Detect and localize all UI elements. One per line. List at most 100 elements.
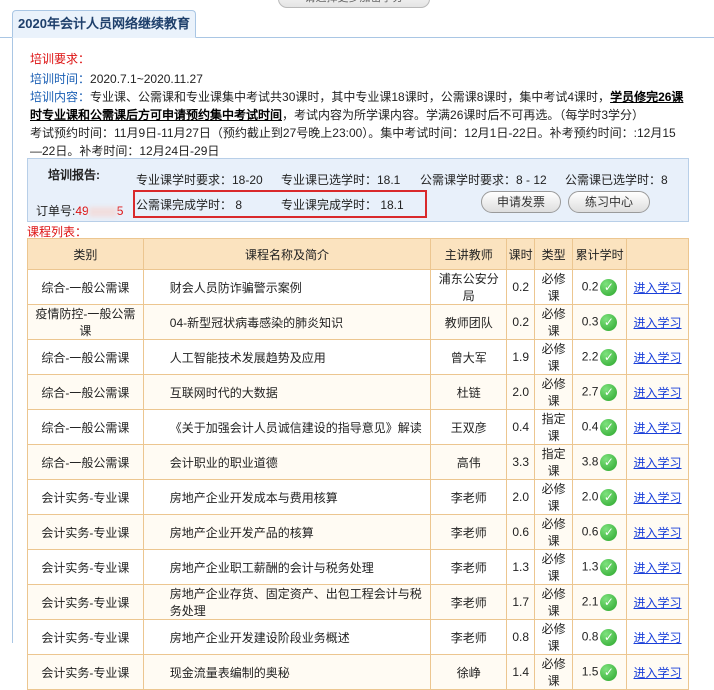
tab-bar: 2020年会计人员网络继续教育: [0, 10, 714, 38]
start-study-link[interactable]: 进入学习: [634, 666, 682, 680]
row-teacher: 李老师: [430, 549, 508, 585]
public-done: 公需课完成学时： 8: [136, 198, 243, 212]
row-course-name: 04-新型冠状病毒感染的肺炎知识: [142, 304, 432, 340]
row-hours: 0.6: [506, 514, 536, 550]
row-type: 必修课: [534, 654, 574, 690]
prof-required: 专业课学时要求：18-20: [136, 173, 263, 187]
row-action: 进入学习: [626, 304, 689, 340]
col-action: [626, 238, 689, 270]
row-accumulated-value: 2.2: [581, 349, 599, 364]
row-type: 必修课: [534, 374, 574, 410]
row-accumulated: 0.4 ✓: [572, 409, 628, 445]
table-row: 会计实务-专业课 房地产企业存货、固定资产、出包工程会计与税务处理 李老师 1.7 必修…: [27, 584, 689, 620]
check-icon: ✓: [600, 348, 618, 366]
col-accumulated: 累计学时: [572, 238, 628, 270]
row-accumulated-value: 1.3: [581, 559, 599, 574]
row-type: 指定课: [534, 444, 574, 480]
row-type: 指定课: [534, 409, 574, 445]
training-report: 培训报告: 订单号:49 5 专业课学时要求：18-20 专业课已选学时：18.1…: [27, 158, 689, 222]
start-study-link[interactable]: 进入学习: [634, 281, 682, 295]
row-category: 综合-一般公需课: [27, 409, 144, 445]
table-row: 疫情防控-一般公需课 04-新型冠状病毒感染的肺炎知识 教师团队 0.2 必修课 0.3 ✓…: [27, 304, 689, 340]
row-category: 会计实务-专业课: [27, 619, 144, 655]
training-content: 培训内容：专业课、公需课和专业课集中考试共30课时，其中专业课18课时，公需课8…: [30, 90, 684, 122]
row-course-name: 财会人员防诈骗警示案例: [142, 269, 432, 305]
col-course-name: 课程名称及简介: [142, 238, 432, 270]
row-type: 必修课: [534, 514, 574, 550]
top-button[interactable]: 请选择更多加密学分: [278, 0, 430, 8]
row-course-name: 房地产企业开发成本与费用核算: [142, 479, 432, 515]
check-icon: ✓: [600, 383, 618, 401]
check-icon: ✓: [600, 418, 618, 436]
row-course-name: 会计职业的职业道德: [142, 444, 432, 480]
check-icon: ✓: [600, 593, 618, 611]
row-accumulated: 0.2 ✓: [572, 269, 628, 305]
row-action: 进入学习: [626, 549, 689, 585]
start-study-link[interactable]: 进入学习: [634, 456, 682, 470]
start-study-link[interactable]: 进入学习: [634, 316, 682, 330]
row-teacher: 李老师: [430, 514, 508, 550]
start-study-link[interactable]: 进入学习: [634, 351, 682, 365]
order-redaction: [88, 206, 117, 217]
row-type: 必修课: [534, 549, 574, 585]
row-action: 进入学习: [626, 514, 689, 550]
table-row: 会计实务-专业课 房地产企业开发建设阶段业务概述 李老师 0.8 必修课 0.8 ✓ 进入学习: [27, 619, 689, 655]
table-row: 综合-一般公需课 互联网时代的大数据 杜链 2.0 必修课 2.7 ✓ 进入学习: [27, 374, 689, 410]
row-category: 综合-一般公需课: [27, 269, 144, 305]
row-action: 进入学习: [626, 619, 689, 655]
row-course-name: 房地产企业开发产品的核算: [142, 514, 432, 550]
row-category: 综合-一般公需课: [27, 374, 144, 410]
row-course-name: 人工智能技术发展趋势及应用: [142, 339, 432, 375]
practice-center-button[interactable]: 练习中心: [568, 191, 650, 213]
table-row: 会计实务-专业课 房地产企业开发产品的核算 李老师 0.6 必修课 0.6 ✓ 进入学习: [27, 514, 689, 550]
course-table: 类别 课程名称及简介 主讲教师 课时 类型 累计学时 综合-一般公需课 财会人员防…: [27, 238, 689, 690]
row-teacher: 杜链: [430, 374, 508, 410]
check-icon: ✓: [600, 523, 618, 541]
start-study-link[interactable]: 进入学习: [634, 561, 682, 575]
row-type: 必修课: [534, 304, 574, 340]
row-teacher: 李老师: [430, 479, 508, 515]
row-teacher: 教师团队: [430, 304, 508, 340]
row-type: 必修课: [534, 584, 574, 620]
start-study-link[interactable]: 进入学习: [634, 491, 682, 505]
start-study-link[interactable]: 进入学习: [634, 526, 682, 540]
row-course-name: 《关于加强会计人员诚信建设的指导意见》解读: [142, 409, 432, 445]
col-category: 类别: [27, 238, 144, 270]
row-hours: 1.9: [506, 339, 536, 375]
row-accumulated-value: 2.0: [581, 489, 599, 504]
row-action: 进入学习: [626, 269, 689, 305]
row-accumulated-value: 0.3: [581, 314, 599, 329]
start-study-link[interactable]: 进入学习: [634, 631, 682, 645]
row-hours: 1.4: [506, 654, 536, 690]
table-row: 综合-一般公需课 财会人员防诈骗警示案例 浦东公安分局 0.2 必修课 0.2 ✓ 进入学习: [27, 269, 689, 305]
row-type: 必修课: [534, 479, 574, 515]
prof-selected: 专业课已选学时：18.1: [281, 173, 401, 187]
table-row: 综合-一般公需课 人工智能技术发展趋势及应用 曾大军 1.9 必修课 2.2 ✓ 进入学习: [27, 339, 689, 375]
row-accumulated: 1.5 ✓: [572, 654, 628, 690]
col-type: 类型: [534, 238, 574, 270]
invoice-button[interactable]: 申请发票: [481, 191, 561, 213]
row-accumulated-value: 2.7: [581, 384, 599, 399]
row-hours: 0.8: [506, 619, 536, 655]
row-category: 会计实务-专业课: [27, 654, 144, 690]
row-accumulated-value: 0.4: [581, 419, 599, 434]
row-action: 进入学习: [626, 654, 689, 690]
row-accumulated: 3.8 ✓: [572, 444, 628, 480]
check-icon: ✓: [600, 663, 618, 681]
check-icon: ✓: [600, 488, 618, 506]
start-study-link[interactable]: 进入学习: [634, 386, 682, 400]
exam-schedule: 考试预约时间：11月9日-11月27日（预约截止到27号晚上23:00）。集中考…: [30, 126, 676, 158]
row-hours: 0.2: [506, 269, 536, 305]
row-hours: 3.3: [506, 444, 536, 480]
row-teacher: 曾大军: [430, 339, 508, 375]
row-accumulated: 1.3 ✓: [572, 549, 628, 585]
col-teacher: 主讲教师: [430, 238, 508, 270]
start-study-link[interactable]: 进入学习: [634, 596, 682, 610]
row-category: 会计实务-专业课: [27, 514, 144, 550]
row-type: 必修课: [534, 619, 574, 655]
start-study-link[interactable]: 进入学习: [634, 421, 682, 435]
tab-course[interactable]: 2020年会计人员网络继续教育: [12, 10, 196, 38]
row-accumulated: 0.6 ✓: [572, 514, 628, 550]
row-category: 综合-一般公需课: [27, 444, 144, 480]
row-type: 必修课: [534, 269, 574, 305]
